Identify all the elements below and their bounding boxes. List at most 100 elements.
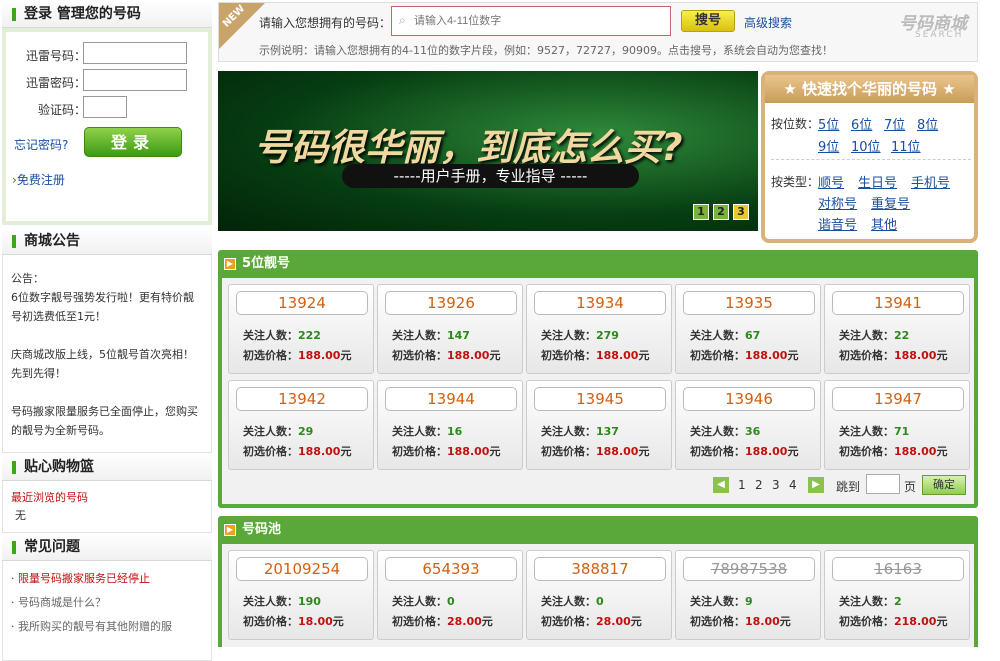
number-value[interactable]: 13947 — [832, 387, 964, 411]
number-value[interactable]: 13935 — [683, 291, 815, 315]
page-number[interactable]: 1 — [738, 478, 746, 492]
number-value[interactable]: 78987538 — [683, 557, 815, 581]
type-link[interactable]: 重复号 — [871, 193, 910, 212]
watch-label: 关注人数： — [392, 329, 447, 342]
page-label: 页 — [904, 480, 917, 494]
digits-link[interactable]: 10位 — [851, 136, 881, 155]
number-value[interactable]: 13942 — [236, 387, 368, 411]
watch-label: 关注人数： — [392, 595, 447, 608]
left-sidebar: 登录 管理您的号码 迅雷号码： 迅雷密码： 验证码： 忘记密码? 登录 ›免费注… — [2, 0, 212, 661]
watch-count: 279 — [596, 329, 619, 342]
digits-link[interactable]: 9位 — [818, 136, 839, 155]
number-card[interactable]: 78987538 关注人数：9 初选价格：18.00元 — [675, 550, 821, 640]
price-unit: 元 — [936, 349, 948, 362]
digits-link[interactable]: 8位 — [917, 114, 938, 133]
quick-find-header: ★ 快速找个华丽的号码 ★ — [765, 75, 974, 103]
next-page-icon[interactable]: ▶ — [808, 477, 824, 493]
number-card[interactable]: 654393 关注人数：0 初选价格：28.00元 — [377, 550, 523, 640]
search-input[interactable] — [414, 11, 664, 31]
faq-link[interactable]: 我所购买的靓号有其他附赠的服 — [18, 620, 172, 633]
promo-banner[interactable]: 号码很华丽，到底怎么买? -----用户手册，专业指导 ----- 1 2 3 — [218, 71, 758, 231]
number-value[interactable]: 13934 — [534, 291, 666, 315]
login-button[interactable]: 登录 — [84, 127, 182, 157]
forgot-password-link[interactable]: 忘记密码? — [14, 136, 68, 153]
number-card[interactable]: 16163 关注人数：2 初选价格：218.00元 — [824, 550, 970, 640]
number-card[interactable]: 13947 关注人数：71 初选价格：188.00元 — [824, 380, 970, 470]
type-link[interactable]: 生日号 — [858, 172, 897, 191]
number-card[interactable]: 13924 关注人数：222 初选价格：188.00元 — [228, 284, 374, 374]
watch-count: 9 — [745, 595, 753, 608]
number-value[interactable]: 388817 — [534, 557, 666, 581]
digits-link[interactable]: 11位 — [891, 136, 921, 155]
type-link[interactable]: 手机号 — [911, 172, 950, 191]
faq-item[interactable]: · 限量号码搬家服务已经停止 — [11, 567, 203, 591]
jump-page-input[interactable] — [866, 474, 900, 494]
notice-header: 商城公告 — [2, 227, 212, 255]
faq-link[interactable]: 限量号码搬家服务已经停止 — [18, 572, 150, 585]
banner-page-button[interactable]: 2 — [713, 204, 729, 220]
number-card[interactable]: 13944 关注人数：16 初选价格：188.00元 — [377, 380, 523, 470]
watch-count: 2 — [894, 595, 902, 608]
page-number[interactable]: 4 — [789, 478, 797, 492]
register-link[interactable]: 免费注册 — [17, 173, 65, 187]
watch-count: 222 — [298, 329, 321, 342]
search-button[interactable]: 搜号 — [681, 10, 735, 32]
number-value[interactable]: 13941 — [832, 291, 964, 315]
price-unit: 元 — [340, 349, 352, 362]
price-label: 初选价格： — [392, 445, 447, 458]
number-value[interactable]: 13924 — [236, 291, 368, 315]
advanced-search-link[interactable]: 高级搜索 — [744, 14, 792, 31]
notice-item: 庆商城改版上线，5位靓号首次亮相！先到先得！ — [11, 348, 194, 380]
number-value[interactable]: 16163 — [832, 557, 964, 581]
digits-link[interactable]: 5位 — [818, 114, 839, 133]
price-value: 18.00 — [745, 615, 780, 628]
digits-link[interactable]: 6位 — [851, 114, 872, 133]
number-card[interactable]: 13942 关注人数：29 初选价格：188.00元 — [228, 380, 374, 470]
watch-label: 关注人数： — [541, 595, 596, 608]
number-card[interactable]: 13926 关注人数：147 初选价格：188.00元 — [377, 284, 523, 374]
five-digit-panel: ▶ 5位靓号 13924 关注人数：222 初选价格：188.00元 13926 关注人数… — [218, 250, 978, 508]
section-marker-icon — [12, 235, 16, 248]
faq-link[interactable]: 号码商城是什么？ — [18, 596, 106, 609]
price-unit: 元 — [638, 349, 650, 362]
login-header: 登录 管理您的号码 — [2, 0, 212, 28]
price-unit: 元 — [936, 445, 948, 458]
price-label: 初选价格： — [839, 349, 894, 362]
type-link[interactable]: 其他 — [871, 214, 897, 233]
search-input-box[interactable]: ⌕ — [391, 6, 671, 36]
page-number[interactable]: 2 — [755, 478, 763, 492]
watch-count-row: 关注人数：71 — [839, 423, 909, 439]
jump-confirm-button[interactable]: 确定 — [922, 475, 966, 495]
watch-label: 关注人数： — [690, 595, 745, 608]
password-input[interactable] — [83, 69, 187, 91]
banner-page-button[interactable]: 1 — [693, 204, 709, 220]
type-link[interactable]: 对称号 — [818, 193, 857, 212]
faq-item[interactable]: · 我所购买的靓号有其他附赠的服 — [11, 615, 203, 639]
type-link[interactable]: 顺号 — [818, 172, 844, 191]
captcha-input[interactable] — [83, 96, 127, 118]
number-card[interactable]: 13941 关注人数：22 初选价格：188.00元 — [824, 284, 970, 374]
type-link[interactable]: 谐音号 — [818, 214, 857, 233]
faq-item[interactable]: · 号码商城是什么？ — [11, 591, 203, 615]
number-card[interactable]: 388817 关注人数：0 初选价格：28.00元 — [526, 550, 672, 640]
number-value[interactable]: 20109254 — [236, 557, 368, 581]
number-value[interactable]: 13945 — [534, 387, 666, 411]
prev-page-icon[interactable]: ◀ — [713, 477, 729, 493]
banner-page-button[interactable]: 3 — [733, 204, 749, 220]
username-input[interactable] — [83, 42, 187, 64]
quick-find-panel: ★ 快速找个华丽的号码 ★ 按位数： 5位 6位 7位 8位 9位 10位 11… — [761, 71, 978, 243]
number-value[interactable]: 654393 — [385, 557, 517, 581]
number-card[interactable]: 13935 关注人数：67 初选价格：188.00元 — [675, 284, 821, 374]
number-value[interactable]: 13946 — [683, 387, 815, 411]
number-card[interactable]: 13946 关注人数：36 初选价格：188.00元 — [675, 380, 821, 470]
price-value: 188.00 — [447, 349, 490, 362]
number-value[interactable]: 13944 — [385, 387, 517, 411]
price-label: 初选价格： — [690, 349, 745, 362]
number-card[interactable]: 13945 关注人数：137 初选价格：188.00元 — [526, 380, 672, 470]
page-number[interactable]: 3 — [772, 478, 780, 492]
number-value[interactable]: 13926 — [385, 291, 517, 315]
number-card[interactable]: 20109254 关注人数：190 初选价格：18.00元 — [228, 550, 374, 640]
number-card[interactable]: 13934 关注人数：279 初选价格：188.00元 — [526, 284, 672, 374]
digits-link[interactable]: 7位 — [884, 114, 905, 133]
watch-count: 67 — [745, 329, 761, 342]
